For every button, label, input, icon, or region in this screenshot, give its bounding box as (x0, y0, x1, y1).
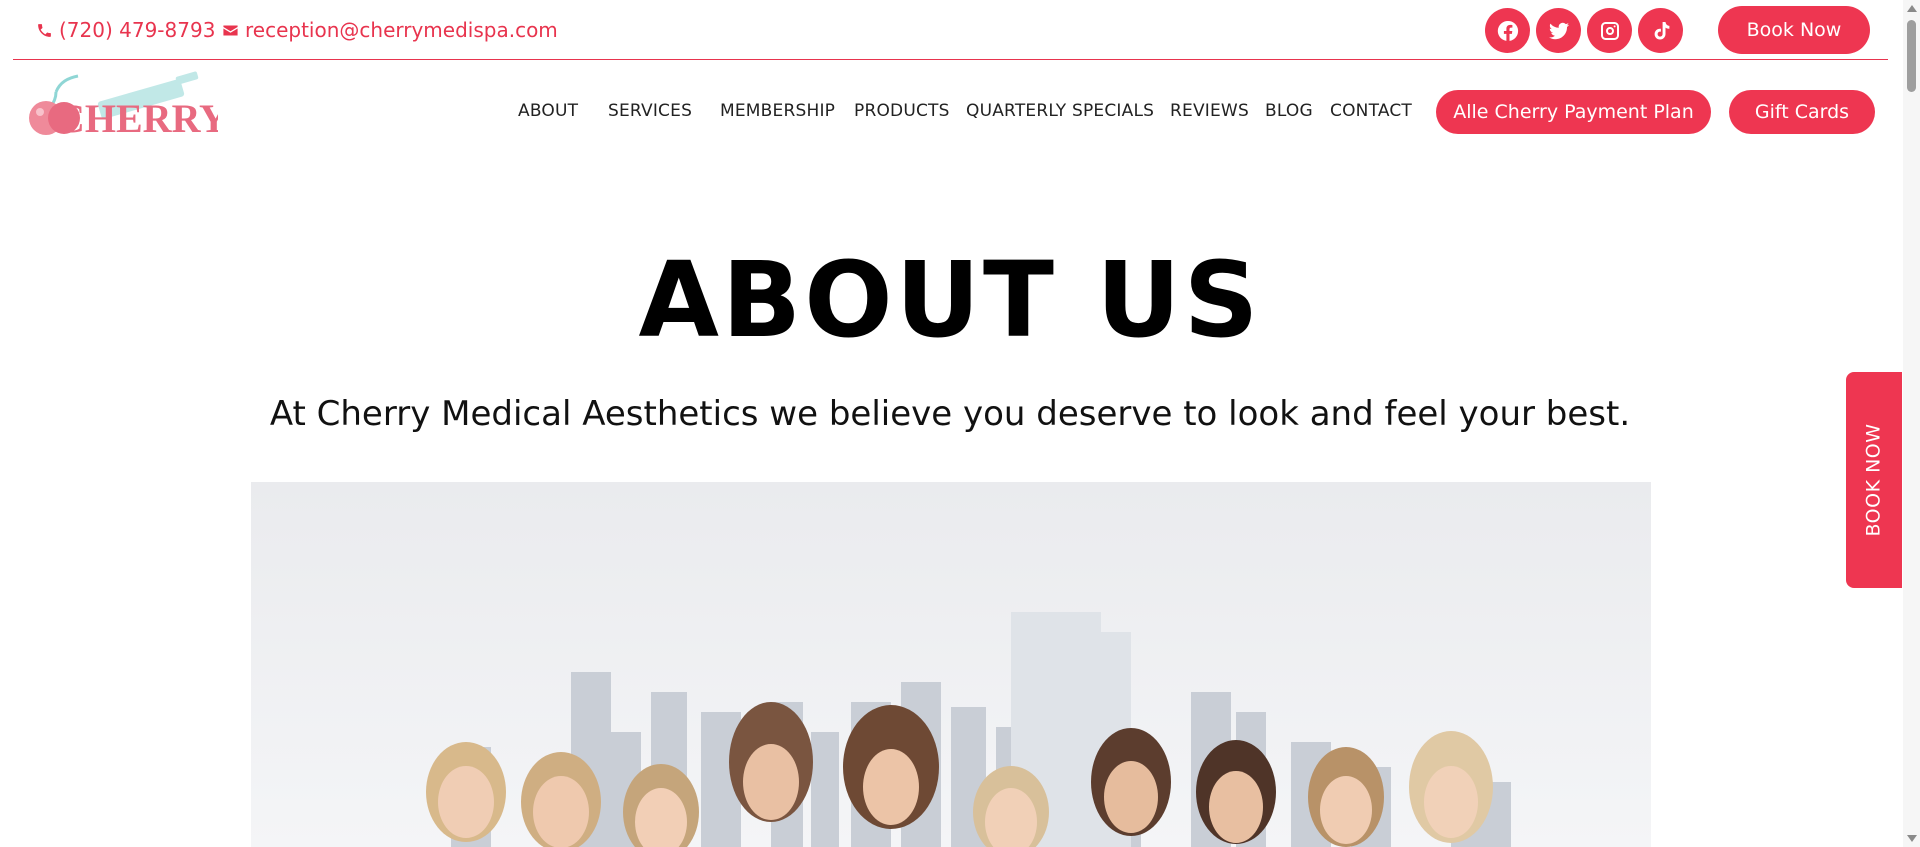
email-address: reception@cherrymedispa.com (245, 18, 558, 42)
envelope-icon (223, 25, 238, 35)
facebook-link[interactable] (1485, 8, 1530, 53)
phone-link[interactable]: (720) 479-8793 (36, 18, 215, 42)
nav-membership[interactable]: MEMBERSHIP (720, 101, 835, 121)
tiktok-icon (1654, 21, 1669, 39)
tiktok-link[interactable] (1638, 8, 1683, 53)
instagram-link[interactable] (1587, 8, 1632, 53)
phone-number: (720) 479-8793 (59, 18, 216, 42)
side-book-now-label: BOOK NOW (1863, 423, 1886, 537)
twitter-icon (1548, 22, 1569, 39)
page: (720) 479-8793 reception@cherrymedispa.c… (0, 0, 1920, 847)
nav-about[interactable]: ABOUT (518, 101, 578, 121)
book-now-button[interactable]: Book Now (1718, 6, 1870, 54)
logo-wordmark: CHERRY (56, 96, 218, 140)
team-photo (251, 482, 1651, 847)
nav-products[interactable]: PRODUCTS (854, 101, 950, 121)
side-book-now-tab[interactable]: BOOK NOW (1846, 372, 1902, 588)
nav-contact[interactable]: CONTACT (1330, 101, 1412, 121)
scroll-up-arrow-icon[interactable] (1907, 5, 1917, 12)
top-bar: (720) 479-8793 reception@cherrymedispa.c… (13, 0, 1888, 60)
twitter-link[interactable] (1536, 8, 1581, 53)
email-link[interactable]: reception@cherrymedispa.com (222, 18, 558, 42)
phone-icon (38, 23, 51, 37)
cherry-logo[interactable]: CHERRY (26, 68, 228, 141)
page-subtitle: At Cherry Medical Aesthetics we believe … (269, 394, 1631, 434)
payment-plan-button[interactable]: Alle Cherry Payment Plan (1436, 90, 1711, 134)
cherry-logo-graphic: CHERRY (29, 71, 228, 141)
page-title: ABOUT US (638, 239, 1262, 361)
nav-reviews[interactable]: REVIEWS (1170, 101, 1249, 121)
nav-services[interactable]: SERVICES (608, 101, 692, 121)
instagram-icon (1600, 21, 1619, 40)
gift-cards-button[interactable]: Gift Cards (1729, 90, 1875, 134)
nav-quarterly-specials[interactable]: QUARTERLY SPECIALS (966, 101, 1154, 121)
facebook-icon (1497, 20, 1518, 41)
nav-blog[interactable]: BLOG (1265, 101, 1313, 121)
scroll-down-arrow-icon[interactable] (1907, 835, 1917, 842)
scroll-thumb[interactable] (1907, 20, 1916, 92)
page-scrollbar[interactable] (1903, 0, 1920, 847)
